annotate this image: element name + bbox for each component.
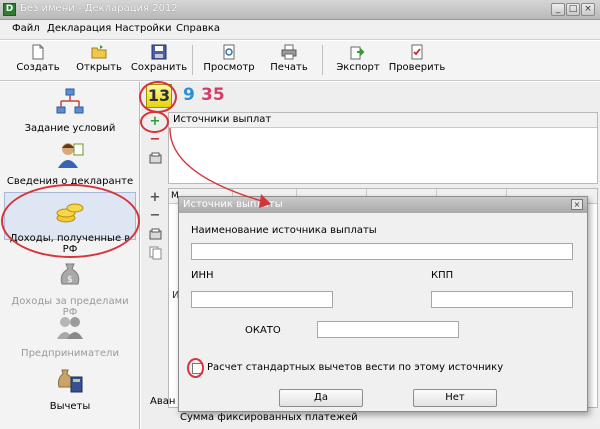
edit-income-icon[interactable] xyxy=(149,228,162,240)
window-title: Без имени - Декларация 2012 xyxy=(20,3,178,14)
rate-tab-35[interactable]: 35 xyxy=(201,85,225,105)
fixed-payments-label: Сумма фиксированных платежей xyxy=(180,412,358,423)
dialog-close-button[interactable]: × xyxy=(571,199,583,210)
annotation-circle-checkbox xyxy=(187,358,204,378)
printer-icon xyxy=(281,44,297,60)
annotation-arrow xyxy=(169,127,271,208)
open-button[interactable]: Открыть xyxy=(74,43,124,79)
sidebar-item-income-abroad[interactable]: $ Доходы за пределами РФ xyxy=(4,260,136,318)
open-folder-icon xyxy=(91,45,107,59)
maximize-button[interactable]: □ xyxy=(566,3,580,16)
save-label: Сохранить xyxy=(130,62,188,73)
create-label: Создать xyxy=(16,62,60,73)
toolbar-separator xyxy=(192,45,193,75)
kpp-input[interactable] xyxy=(431,291,573,308)
preview-button[interactable]: Просмотр xyxy=(200,43,258,79)
kpp-label: КПП xyxy=(431,270,454,281)
create-button[interactable]: Создать xyxy=(14,43,62,79)
toolbar-separator xyxy=(322,45,323,75)
rate-tab-9[interactable]: 9 xyxy=(183,85,195,105)
person-icon xyxy=(58,143,84,168)
save-disk-icon xyxy=(151,44,167,60)
toolbar: Создать Открыть Сохранить Просмотр Печат… xyxy=(0,41,600,81)
conditions-icon xyxy=(56,88,84,114)
remove-income-icon[interactable]: − xyxy=(148,209,162,222)
sidebar-item-conditions[interactable]: Задание условий xyxy=(4,87,136,134)
print-label: Печать xyxy=(270,62,308,73)
entrepreneur-icon xyxy=(57,317,83,339)
preview-label: Просмотр xyxy=(203,62,255,73)
sidebar-item-label: Задание условий xyxy=(24,123,116,134)
menu-file[interactable]: Файл xyxy=(12,23,40,34)
sidebar-item-declarant[interactable]: Сведения о декларанте xyxy=(4,140,136,187)
close-button[interactable]: × xyxy=(581,3,595,16)
money-bag-icon: $ xyxy=(60,263,80,285)
deductions-icon xyxy=(58,369,83,393)
source-name-label: Наименование источника выплаты xyxy=(191,225,377,236)
new-file-icon xyxy=(32,44,44,60)
verify-button[interactable]: Проверить xyxy=(388,43,446,79)
menu-help[interactable]: Справка xyxy=(176,23,220,34)
edit-source-icon[interactable] xyxy=(149,152,162,164)
annotation-circle-income xyxy=(1,184,140,258)
open-label: Открыть xyxy=(76,62,122,73)
ok-button[interactable]: Да xyxy=(279,389,363,407)
minimize-button[interactable]: _ xyxy=(551,3,565,16)
app-icon: D xyxy=(3,3,16,16)
save-button[interactable]: Сохранить xyxy=(130,43,188,79)
export-label: Экспорт xyxy=(336,62,380,73)
annotation-circle-rate-13 xyxy=(139,81,177,113)
sidebar-item-label: Вычеты xyxy=(49,401,91,412)
print-button[interactable]: Печать xyxy=(265,43,313,79)
export-button[interactable]: Экспорт xyxy=(334,43,382,79)
source-dialog: Источник выплаты × Наименование источник… xyxy=(178,196,588,412)
income-tools: + − xyxy=(145,188,167,268)
copy-income-icon[interactable] xyxy=(149,246,162,260)
verify-label: Проверить xyxy=(388,62,446,73)
source-name-input[interactable] xyxy=(191,243,573,260)
preview-icon xyxy=(223,44,235,60)
standard-deductions-label: Расчет стандартных вычетов вести по этом… xyxy=(207,362,504,373)
menu-settings[interactable]: Настройки xyxy=(115,23,171,34)
sidebar-item-deductions[interactable]: Вычеты xyxy=(4,365,136,412)
cancel-button[interactable]: Нет xyxy=(413,389,497,407)
sidebar-item-label: Предприниматели xyxy=(21,348,119,359)
check-document-icon xyxy=(411,44,423,60)
inn-input[interactable] xyxy=(191,291,333,308)
inn-label: ИНН xyxy=(191,270,214,281)
okato-label: ОКАТО xyxy=(245,325,281,336)
okato-input[interactable] xyxy=(317,321,459,338)
sidebar-item-entrepreneurs[interactable]: Предприниматели xyxy=(4,312,136,359)
menu-bar: Файл Декларация Настройки Справка xyxy=(0,20,600,40)
remove-source-icon[interactable]: − xyxy=(148,133,162,146)
export-icon xyxy=(350,46,365,60)
menu-declaration[interactable]: Декларация xyxy=(47,23,111,34)
add-income-icon[interactable]: + xyxy=(148,191,162,204)
title-bar: D Без имени - Декларация 2012 _ □ × xyxy=(0,0,600,20)
advance-label: Аван xyxy=(150,396,176,407)
svg-text:$: $ xyxy=(67,275,73,285)
